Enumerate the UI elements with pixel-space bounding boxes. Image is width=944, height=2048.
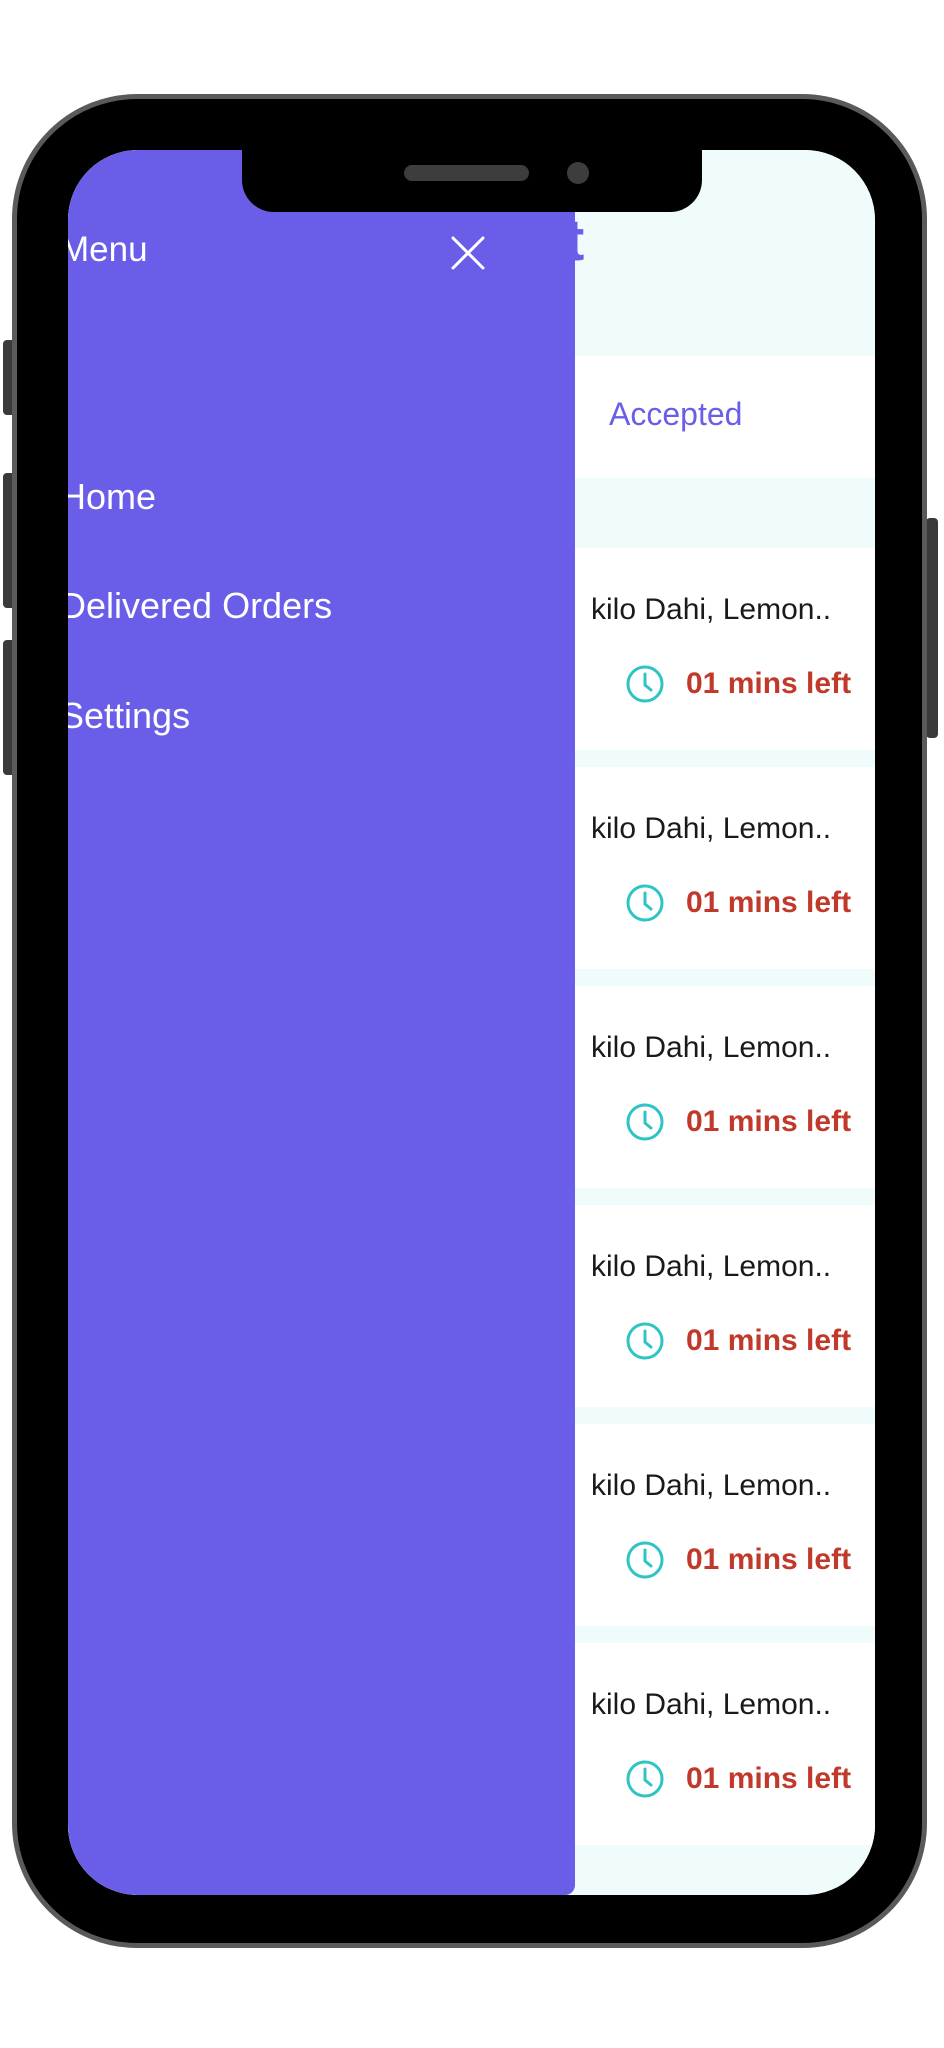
power-button [926, 518, 938, 738]
tab-accepted[interactable]: Accepted [609, 396, 742, 433]
time-left: 01 mins left [686, 1324, 852, 1357]
order-time: 01 mins left [625, 1102, 851, 1142]
time-left: 01 mins left [686, 886, 852, 919]
order-items: kilo Dahi, Lemon.. [591, 1688, 832, 1721]
order-time: 01 mins left [625, 1540, 851, 1580]
order-items: kilo Dahi, Lemon.. [591, 593, 832, 626]
phone-notch [242, 150, 702, 212]
phone-screen: t Accepted kilo Dahi, Lemon.. 01 mins le… [68, 150, 875, 1895]
speaker-grille [404, 165, 529, 181]
side-drawer: Menu Home Delivered Orders Settings [68, 150, 575, 1895]
order-time: 01 mins left [625, 1759, 851, 1799]
clock-icon [626, 1760, 664, 1798]
front-camera [567, 162, 589, 184]
time-left: 01 mins left [686, 667, 852, 700]
clock-icon [626, 1541, 664, 1579]
order-time: 01 mins left [625, 883, 851, 923]
order-items: kilo Dahi, Lemon.. [591, 1250, 832, 1283]
clock-icon [626, 665, 664, 703]
order-items: kilo Dahi, Lemon.. [591, 812, 832, 845]
order-time: 01 mins left [625, 1321, 851, 1361]
order-items: kilo Dahi, Lemon.. [591, 1469, 832, 1502]
menu-item-home[interactable]: Home [68, 476, 156, 518]
drawer-title: Menu [68, 230, 148, 269]
menu-item-delivered-orders[interactable]: Delivered Orders [68, 585, 332, 627]
clock-icon [626, 884, 664, 922]
time-left: 01 mins left [686, 1105, 852, 1138]
menu-item-settings[interactable]: Settings [68, 695, 190, 737]
close-icon[interactable] [451, 236, 485, 270]
time-left: 01 mins left [686, 1762, 852, 1795]
order-time: 01 mins left [625, 664, 851, 704]
time-left: 01 mins left [686, 1543, 852, 1576]
order-items: kilo Dahi, Lemon.. [591, 1031, 832, 1064]
clock-icon [626, 1322, 664, 1360]
clock-icon [626, 1103, 664, 1141]
